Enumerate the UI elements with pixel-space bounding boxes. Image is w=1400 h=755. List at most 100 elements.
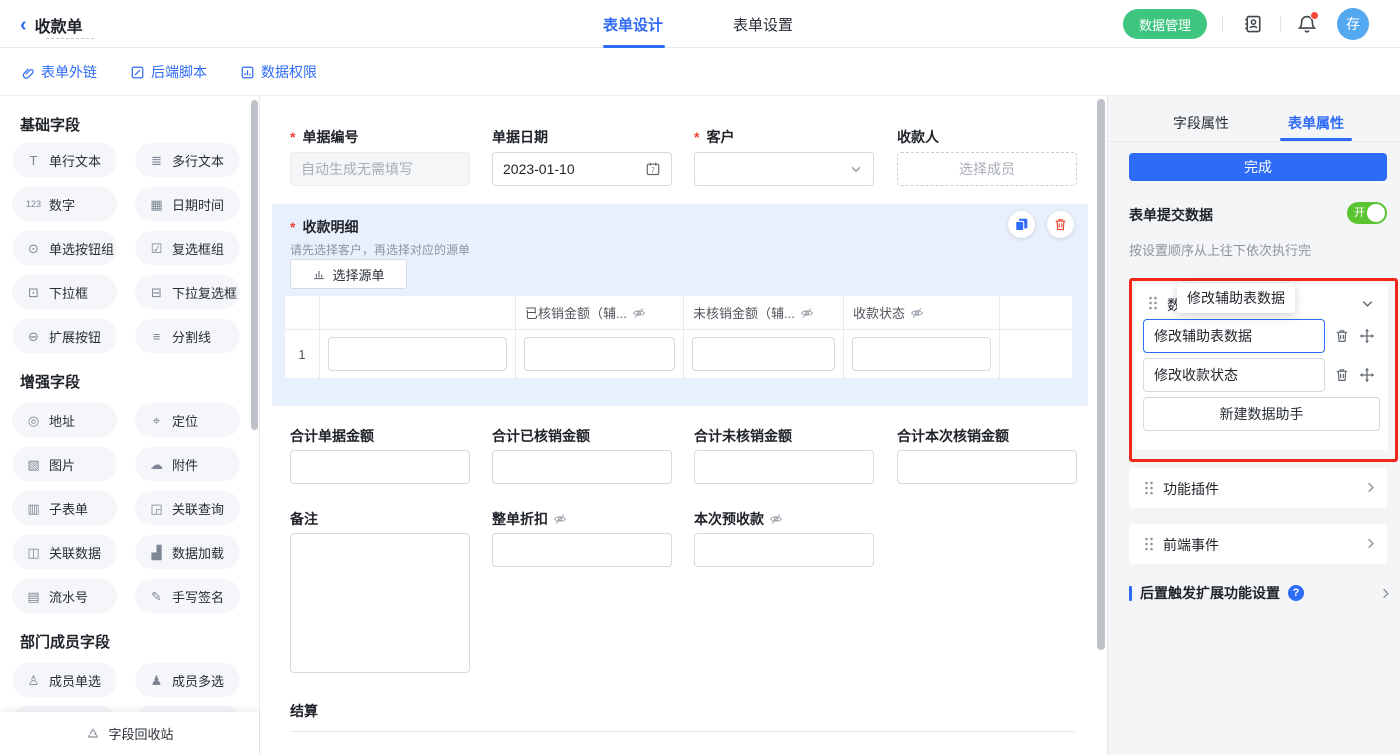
total-settled-input[interactable]	[492, 450, 672, 484]
notification-dot	[1310, 11, 1319, 20]
new-data-assistant-button[interactable]: 新建数据助手	[1143, 397, 1380, 431]
field-type-multi-line-text[interactable]: ≣多行文本	[135, 143, 240, 177]
trash-icon[interactable]	[1334, 328, 1350, 344]
trash-icon[interactable]	[1334, 367, 1350, 383]
doc-number-input[interactable]: 自动生成无需填写	[290, 152, 470, 186]
field-type-member-single[interactable]: ♙成员单选	[12, 663, 117, 697]
plugin-card-label: 功能插件	[1163, 479, 1219, 499]
payee-member-picker[interactable]: 选择成员	[897, 152, 1077, 186]
subtable-cell-input[interactable]	[328, 337, 507, 371]
chevron-down-icon[interactable]	[1360, 296, 1375, 311]
move-icon[interactable]	[1359, 367, 1375, 383]
doc-date-input[interactable]: 2023-01-10	[492, 152, 672, 186]
tab-form-settings[interactable]: 表单设置	[733, 14, 793, 35]
header-cell-payment-status[interactable]: 收款状态	[844, 296, 1000, 329]
question-icon[interactable]: ?	[1288, 585, 1304, 601]
sidebar-scrollbar[interactable]	[251, 100, 258, 430]
field-type-address[interactable]: ◎地址	[12, 403, 117, 437]
accent-bar	[1129, 586, 1132, 601]
image-icon: ▧	[25, 458, 42, 471]
done-button[interactable]: 完成	[1129, 153, 1387, 181]
header-cell-settled-amount[interactable]: 已核销金额（辅...	[516, 296, 684, 329]
subtable-grid: 已核销金额（辅... 未核销金额（辅... 收款状态 1	[285, 296, 1072, 378]
copy-subtable-button[interactable]	[1008, 211, 1035, 238]
field-type-number[interactable]: 123数字	[12, 187, 117, 221]
subtable-cell-input[interactable]	[692, 337, 835, 371]
serial-icon: ▤	[25, 590, 42, 603]
form-title[interactable]: 收款单	[35, 13, 83, 37]
field-type-image[interactable]: ▧图片	[12, 447, 117, 481]
separator	[1222, 16, 1223, 32]
total-doc-amount-input[interactable]	[290, 450, 470, 484]
field-library-sidebar: 基础字段 T单行文本 ≣多行文本 123数字 ▦日期时间 ⊙单选按钮组 ☑复选框…	[0, 96, 260, 755]
drag-handle-icon[interactable]	[1141, 536, 1157, 552]
advance-payment-input[interactable]	[694, 533, 874, 567]
backend-script-link[interactable]: 后端脚本	[130, 62, 207, 82]
field-type-serial-number[interactable]: ▤流水号	[12, 579, 117, 613]
field-type-signature[interactable]: ✎手写签名	[135, 579, 240, 613]
subtable-section[interactable]: *收款明细 请先选择客户，再选择对应的源单 选择源单 已核销金额（辅... 未核…	[272, 204, 1088, 406]
field-type-divider[interactable]: ≡分割线	[135, 319, 240, 353]
submit-data-toggle[interactable]: 开	[1347, 202, 1387, 224]
section-title-enhanced: 增强字段	[20, 371, 80, 392]
contacts-book-icon[interactable]	[1243, 14, 1263, 34]
field-type-extend-button[interactable]: ⊖扩展按钮	[12, 319, 117, 353]
discount-input[interactable]	[492, 533, 672, 567]
chevron-right-icon	[1363, 480, 1378, 495]
drag-handle-icon[interactable]	[1141, 480, 1157, 496]
form-external-link[interactable]: 表单外链	[20, 62, 97, 82]
data-permission-link[interactable]: 数据权限	[240, 62, 317, 82]
field-type-linked-data[interactable]: ◫关联数据	[12, 535, 117, 569]
post-trigger-settings[interactable]: 后置触发扩展功能设置 ?	[1129, 583, 1393, 603]
move-icon[interactable]	[1359, 328, 1375, 344]
field-recycle-bin[interactable]: 字段回收站	[0, 712, 259, 755]
subtable-cell-input[interactable]	[524, 337, 675, 371]
delete-subtable-button[interactable]	[1047, 211, 1074, 238]
chart-icon	[312, 267, 326, 281]
frontend-event-card[interactable]: 前端事件	[1129, 524, 1387, 564]
total-unsettled-input[interactable]	[694, 450, 874, 484]
customer-select[interactable]	[694, 152, 874, 186]
field-type-select[interactable]: ⊡下拉框	[12, 275, 117, 309]
section-title-basic: 基础字段	[20, 114, 80, 135]
tab-field-properties[interactable]: 字段属性	[1173, 113, 1229, 133]
header-cell-unsettled-amount[interactable]: 未核销金额（辅...	[684, 296, 844, 329]
field-type-location[interactable]: ⌖定位	[135, 403, 240, 437]
field-type-member-multi[interactable]: ♟成员多选	[135, 663, 240, 697]
assistant-item-input-selected[interactable]: 修改辅助表数据	[1143, 319, 1325, 353]
field-type-data-load[interactable]: ▟数据加载	[135, 535, 240, 569]
total-current-settle-input[interactable]	[897, 450, 1077, 484]
plugin-card[interactable]: 功能插件	[1129, 468, 1387, 508]
tab-form-design[interactable]: 表单设计	[603, 14, 663, 35]
date-value: 2023-01-10	[503, 161, 575, 177]
tab-form-properties[interactable]: 表单属性	[1288, 113, 1344, 133]
chevron-right-icon	[1363, 536, 1378, 551]
field-type-radio-group[interactable]: ⊙单选按钮组	[12, 231, 117, 265]
back-icon[interactable]: ‹	[20, 15, 27, 35]
field-label-doc-date: 单据日期	[492, 127, 548, 147]
field-type-attachment[interactable]: ☁附件	[135, 447, 240, 481]
radio-icon: ⊙	[25, 242, 42, 255]
field-type-checkbox-group[interactable]: ☑复选框组	[135, 231, 240, 265]
calendar-icon	[645, 161, 661, 177]
field-type-datetime[interactable]: ▦日期时间	[135, 187, 240, 221]
field-label-total-current-settle: 合计本次核销金额	[897, 426, 1009, 446]
field-type-multi-select[interactable]: ⊟下拉复选框	[135, 275, 240, 309]
select-source-button[interactable]: 选择源单	[290, 259, 407, 289]
row-index-cell: 1	[285, 330, 320, 378]
drag-handle-icon[interactable]	[1145, 295, 1161, 311]
field-type-subform[interactable]: ▥子表单	[12, 491, 117, 525]
field-type-single-line-text[interactable]: T单行文本	[12, 143, 117, 177]
user-avatar[interactable]: 存	[1337, 8, 1369, 40]
required-mark: *	[290, 129, 295, 145]
field-type-linked-query[interactable]: ◲关联查询	[135, 491, 240, 525]
remark-textarea[interactable]	[290, 533, 470, 673]
subtable-cell-input[interactable]	[852, 337, 991, 371]
header-cell-index	[285, 296, 320, 329]
assistant-item-input[interactable]: 修改收款状态	[1143, 358, 1325, 392]
canvas-scrollbar[interactable]	[1097, 99, 1105, 650]
panel-divider	[1108, 141, 1400, 142]
extend-button-icon: ⊖	[25, 330, 42, 343]
title-edit-underline	[46, 38, 94, 39]
data-manage-button[interactable]: 数据管理	[1123, 9, 1207, 39]
